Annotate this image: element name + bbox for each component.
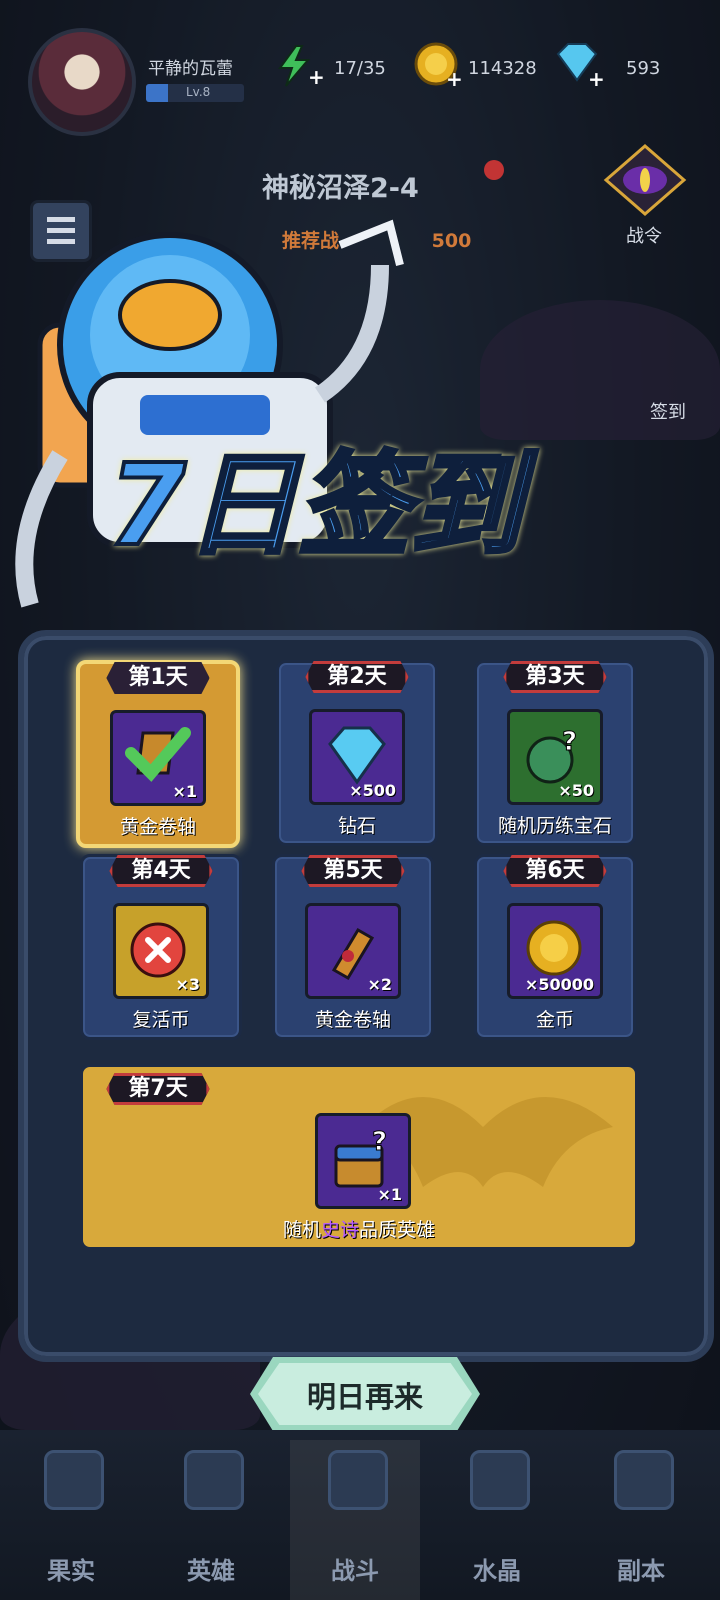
eye-icon [603, 144, 687, 216]
energy-resource[interactable]: + [276, 44, 325, 92]
reward-quantity: ×500 [349, 781, 396, 800]
gold-value: 114328 [468, 58, 537, 79]
reward-item: ×50000 [507, 903, 603, 999]
reward-name: 随机历练宝石 [497, 815, 612, 837]
reward-item: ×1 [110, 710, 206, 806]
nav-label: 战斗 [331, 1557, 379, 1585]
nav-label: 英雄 [187, 1557, 235, 1585]
reward-name: 随机史诗品质英雄 [83, 1215, 635, 1242]
day-tag: 第5天 [301, 855, 405, 887]
reward-name: 黄金卷轴 [119, 816, 196, 838]
reward-name-prefix: 随机 [282, 1219, 321, 1241]
sign-in-side-label[interactable]: 签到 [650, 398, 686, 424]
stage-title: 神秘沼泽2-4 [262, 173, 419, 204]
crystal-icon [470, 1450, 530, 1510]
reward-name: 复活币 [132, 1009, 190, 1031]
recommend-value: 500 [431, 230, 472, 252]
svg-text:+: + [446, 67, 463, 90]
nav-label: 副本 [617, 1557, 665, 1585]
reward-item: ? ×50 [507, 709, 603, 805]
day-tag: 第4天 [109, 855, 213, 887]
player-name: 平静的瓦蕾 [148, 59, 233, 79]
reward-quantity: ×50000 [524, 975, 594, 994]
come-back-tomorrow-label: 明日再来 [306, 1380, 423, 1414]
day-tag: 第7天 [106, 1073, 210, 1105]
seven-day-signin-title: 7日签到 [106, 441, 524, 571]
day-card-2[interactable]: 第2天 ×500 钻石 [276, 660, 438, 846]
hero-icon [184, 1450, 244, 1510]
reward-quantity: ×50 [558, 781, 594, 800]
day-tag: 第3天 [503, 661, 607, 693]
day-card-3[interactable]: 第3天 ? ×50 随机历练宝石 [474, 660, 636, 846]
svg-text:?: ? [372, 1127, 387, 1157]
day-card-4[interactable]: 第4天 ×3 复活币 [80, 854, 242, 1040]
diamond-icon: + [556, 43, 605, 91]
svg-text:+: + [588, 67, 605, 88]
day-tag: 第1天 [106, 662, 210, 694]
reward-item: ? ×1 [315, 1113, 411, 1209]
day-card-6[interactable]: 第6天 ×50000 金币 [474, 854, 636, 1040]
reward-item: ×2 [305, 903, 401, 999]
level-progress-fill [146, 84, 168, 102]
battle-pass-button[interactable] [600, 140, 690, 220]
reward-quantity: ×1 [377, 1185, 402, 1204]
reward-item: ×3 [113, 903, 209, 999]
nav-item-battle[interactable]: 战斗 [290, 1440, 420, 1600]
player-level: Lv.8 [186, 85, 211, 99]
reward-quantity: ×3 [175, 975, 200, 994]
gem-resource[interactable]: + [552, 42, 606, 92]
lightning-icon: + [278, 45, 325, 89]
dungeon-icon [614, 1450, 674, 1510]
nav-item-crystal[interactable]: 水晶 [432, 1440, 562, 1600]
day-card-1[interactable]: 第1天 ×1 黄金卷轴 [76, 660, 240, 848]
battle-pass-label: 战令 [626, 226, 662, 247]
day-card-7[interactable]: 第7天 ? ×1 随机史诗品质英雄 [80, 1064, 638, 1250]
reward-quantity: ×2 [367, 975, 392, 994]
reward-item: ×500 [309, 709, 405, 805]
nav-item-hero[interactable]: 英雄 [146, 1440, 276, 1600]
player-avatar[interactable] [28, 28, 136, 136]
nav-label: 果实 [47, 1557, 95, 1585]
notification-dot [484, 160, 504, 180]
gold-resource[interactable]: + [412, 40, 464, 94]
day-tag: 第6天 [503, 855, 607, 887]
day-tag: 第2天 [305, 661, 409, 693]
gem-value: 593 [626, 58, 661, 79]
epic-quality-highlight: 史诗 [320, 1219, 359, 1241]
svg-text:+: + [308, 65, 324, 88]
day-card-5[interactable]: 第5天 ×2 黄金卷轴 [272, 854, 434, 1040]
reward-name: 黄金卷轴 [314, 1009, 391, 1031]
reward-name-suffix: 品质英雄 [359, 1219, 436, 1241]
nav-item-dungeon[interactable]: 副本 [576, 1440, 706, 1600]
gold-coin-icon: + [414, 42, 463, 91]
svg-text:?: ? [562, 727, 577, 757]
reward-quantity: ×1 [172, 782, 197, 801]
fruit-icon [44, 1450, 104, 1510]
reward-name: 钻石 [337, 815, 376, 837]
reward-name: 金币 [535, 1009, 574, 1031]
robot-fish-mascot [15, 219, 404, 608]
nav-item-fruit[interactable]: 果实 [6, 1440, 136, 1600]
nav-label: 水晶 [473, 1557, 521, 1585]
battle-icon [328, 1450, 388, 1510]
energy-value: 17/35 [334, 58, 386, 79]
checkmark-icon [125, 727, 191, 782]
